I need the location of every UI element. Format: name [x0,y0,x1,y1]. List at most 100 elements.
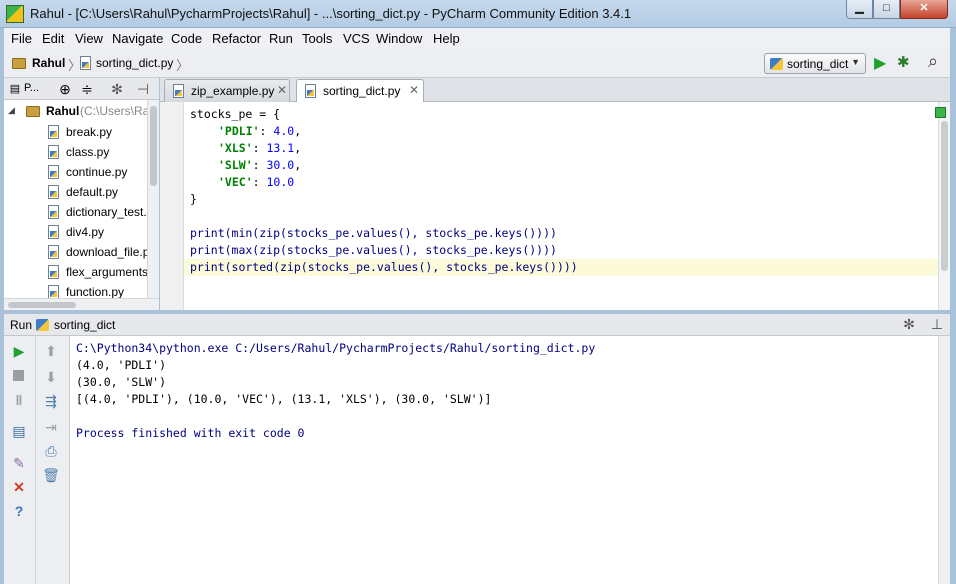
dict-value: 30.0 [266,158,295,172]
project-vertical-scrollbar[interactable] [147,100,159,298]
collapse-icon[interactable]: ≑ [78,80,96,98]
code-line: 'PDLI': 4.0, [218,124,302,138]
project-horizontal-scrollbar[interactable] [4,298,159,310]
tree-item-label: continue.py [66,165,128,179]
run-configuration-select[interactable]: sorting_dict ▼ [764,53,866,74]
console-output-line: (4.0, 'PDLI') [76,358,167,372]
tree-root-label[interactable]: Rahul [46,104,79,118]
run-panel-config: sorting_dict [54,318,116,332]
search-button[interactable]: ⌕ [928,51,938,72]
run-panel-header: Run sorting_dict ✻ ⊥ [4,314,950,336]
python-file-icon [48,125,59,139]
python-file-icon [48,225,59,239]
python-file-icon [80,56,91,70]
dict-value: 13.1 [266,141,295,155]
close-tab-icon[interactable]: ✕ [409,83,419,97]
python-file-icon [48,185,59,199]
python-file-icon [48,265,59,279]
menu-bar: File Edit View Navigate Code Refactor Ru… [0,28,956,50]
maximize-button[interactable]: □ [873,0,900,19]
editor-gutter [160,102,184,310]
dict-value: 4.0 [273,124,295,138]
run-configuration-label: sorting_dict [787,57,849,71]
stop-icon[interactable] [13,370,24,381]
tree-item-label: break.py [66,125,113,139]
soft-wrap-icon[interactable]: ⇶ [42,392,60,410]
expand-arrow-icon[interactable]: ◢ [8,105,15,116]
chevron-down-icon: ▼ [851,57,860,67]
pause-icon[interactable]: ‖ [10,391,28,409]
tree-item-label: flex_arguments [66,265,147,279]
close-run-icon[interactable]: ✕ [10,478,28,496]
title-bar: Rahul - [C:\Users\Rahul\PycharmProjects\… [0,0,956,28]
pin-icon[interactable]: ✎ [10,454,28,472]
tree-item-label: div4.py [66,225,105,239]
menu-window[interactable]: Window [376,31,422,46]
dict-value: 10.0 [266,175,295,189]
code-line: 'XLS': 13.1, [218,141,302,155]
up-arrow-icon[interactable]: ⬆ [42,342,60,360]
menu-help[interactable]: Help [433,31,460,46]
window-title: Rahul - [C:\Users\Rahul\PycharmProjects\… [30,6,632,21]
menu-code[interactable]: Code [171,31,202,46]
menu-refactor[interactable]: Refactor [212,31,261,46]
tab-label: sorting_dict.py [323,84,401,98]
project-view-icon[interactable]: ▤ [6,80,24,98]
scroll-to-end-icon[interactable]: ⇥ [42,418,60,436]
folder-icon [12,58,26,69]
dict-key: 'PDLI' [218,124,260,138]
code-editor[interactable]: stocks_pe = { 'PDLI': 4.0, 'XLS': 13.1, … [184,102,938,310]
editor-scrollbar-thumb[interactable] [941,121,948,271]
tree-item-label: dictionary_test. [66,205,147,219]
console-exit-message: Process finished with exit code 0 [76,426,305,440]
project-view-select[interactable]: P... [24,82,39,94]
inspection-ok-icon[interactable] [935,107,946,118]
python-file-icon [305,84,316,98]
tab-sorting-dict[interactable]: sorting_dict.py ✕ [296,79,424,103]
editor-tab-bar: zip_example.py ✕ sorting_dict.py ✕ [160,78,950,103]
minimize-button[interactable]: ▁ [846,0,873,19]
trash-icon[interactable]: 🗑 [42,466,60,484]
breadcrumb-file[interactable]: sorting_dict.py [96,56,173,70]
code-line: 'SLW': 30.0, [218,158,302,172]
breadcrumb-project[interactable]: Rahul [32,56,65,70]
menu-run[interactable]: Run [269,31,293,46]
run-toolbar-secondary: ⬆ ⬇ ⇶ ⇥ ⎙ 🗑 [36,336,70,584]
menu-tools[interactable]: Tools [302,31,332,46]
debug-button[interactable]: ✱ [897,53,910,71]
menu-view[interactable]: View [75,31,103,46]
print-icon[interactable]: ⎙ [42,442,60,460]
menu-file[interactable]: File [11,31,32,46]
gear-icon[interactable]: ✻ [108,80,126,98]
gear-icon[interactable]: ✻ [900,315,918,333]
python-file-icon [48,285,59,298]
python-file-icon [173,84,184,98]
run-console[interactable]: C:\Python34\python.exe C:/Users/Rahul/Py… [70,336,938,584]
menu-navigate[interactable]: Navigate [112,31,163,46]
restore-layout-icon[interactable]: ▤ [10,422,28,440]
python-file-icon [48,245,59,259]
code-line: } [190,192,197,206]
tree-item-label: download_file.p [66,245,147,259]
locate-icon[interactable]: ⊕ [56,80,74,98]
code-line: print(min(zip(stocks_pe.values(), stocks… [190,226,557,240]
run-button[interactable]: ▶ [874,53,886,73]
console-vertical-scrollbar[interactable] [938,336,950,584]
help-icon[interactable]: ? [10,502,28,520]
close-window-button[interactable]: ✕ [900,0,948,19]
pycharm-logo-icon [6,5,24,23]
tab-zip-example[interactable]: zip_example.py ✕ [164,79,290,102]
menu-vcs[interactable]: VCS [343,31,370,46]
folder-icon [26,106,40,117]
hide-panel-icon[interactable]: ⊥ [928,315,946,333]
close-tab-icon[interactable]: ✕ [277,83,287,97]
python-icon [770,58,783,70]
menu-edit[interactable]: Edit [42,31,64,46]
down-arrow-icon[interactable]: ⬇ [42,368,60,386]
run-toolbar-primary: ▶ ‖ ▤ ✎ ✕ ? [4,336,36,584]
code-line: print(max(zip(stocks_pe.values(), stocks… [190,243,557,257]
rerun-icon[interactable]: ▶ [10,342,28,360]
code-line: 'VEC': 10.0 [218,175,295,189]
hide-panel-icon[interactable]: ⊣ [134,80,152,98]
run-panel-title: Run [10,318,33,332]
